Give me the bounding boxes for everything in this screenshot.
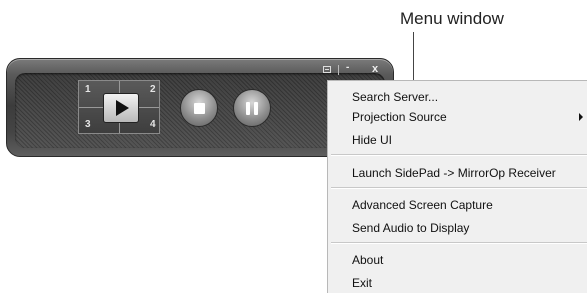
stop-button[interactable] — [180, 89, 218, 127]
callout-label: Menu window — [400, 9, 504, 28]
menu-item-launch-sidepad[interactable]: Launch SidePad -> MirrorOp Receiver — [352, 166, 556, 180]
menu-item-advanced-screen-capture[interactable]: Advanced Screen Capture — [352, 198, 493, 212]
menu-separator — [331, 242, 587, 244]
pause-button[interactable] — [233, 89, 271, 127]
minimize-icon[interactable]: - — [346, 63, 349, 73]
quadrant-1[interactable]: 1 — [85, 84, 91, 95]
close-icon[interactable]: x — [372, 64, 378, 75]
menu-separator — [331, 187, 587, 189]
pause-icon — [246, 101, 258, 115]
context-menu: Search Server... Projection Source Hide … — [327, 80, 587, 293]
menu-item-search-server[interactable]: Search Server... — [352, 90, 438, 104]
stop-icon — [193, 102, 205, 114]
quadrant-3[interactable]: 3 — [85, 119, 91, 130]
menu-separator — [331, 154, 587, 156]
play-button[interactable] — [103, 93, 139, 123]
menu-item-projection-source[interactable]: Projection Source — [352, 110, 447, 124]
menu-item-hide-ui[interactable]: Hide UI — [352, 133, 392, 147]
play-icon — [116, 100, 129, 116]
menu-icon[interactable] — [323, 66, 331, 73]
control-divider — [338, 65, 339, 75]
quadrant-2[interactable]: 2 — [150, 84, 156, 95]
quadrant-4[interactable]: 4 — [150, 119, 156, 130]
menu-item-about[interactable]: About — [352, 253, 383, 267]
menu-item-exit[interactable]: Exit — [352, 276, 372, 290]
menu-item-send-audio[interactable]: Send Audio to Display — [352, 221, 469, 235]
submenu-arrow-icon — [579, 113, 583, 121]
